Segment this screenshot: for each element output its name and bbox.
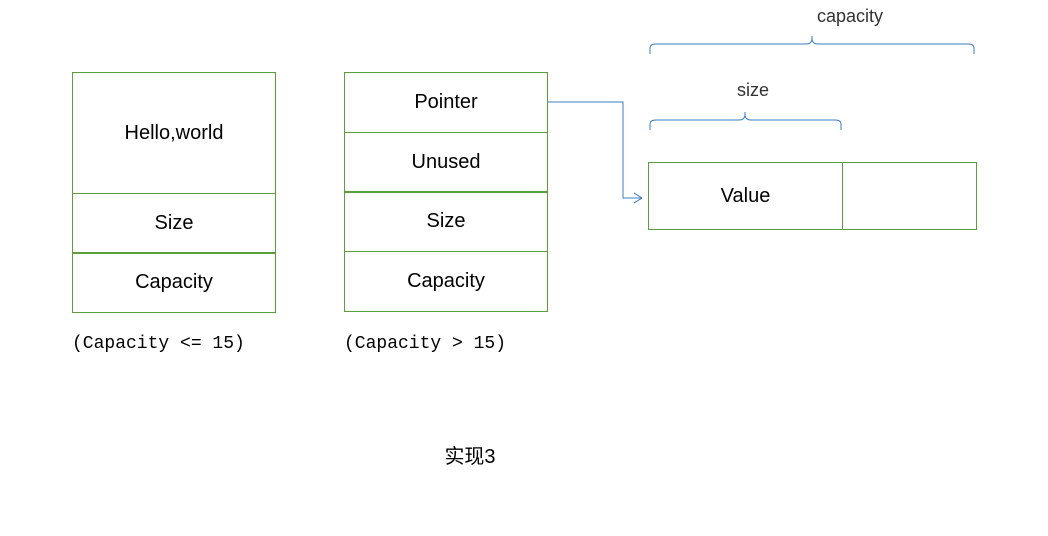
heap-extra-box <box>842 162 977 230</box>
left-cell-capacity-text: Capacity <box>135 271 213 294</box>
heap-value-box: Value <box>648 162 843 230</box>
left-caption: (Capacity <= 15) <box>72 334 245 354</box>
left-cell-hello-text: Hello,world <box>125 122 224 145</box>
left-cell-size-text: Size <box>155 212 194 235</box>
pointer-arrow-icon <box>548 98 658 213</box>
mid-cell-size-text: Size <box>427 210 466 233</box>
mid-cell-capacity: Capacity <box>344 251 548 312</box>
mid-caption: (Capacity > 15) <box>344 334 506 354</box>
mid-cell-pointer: Pointer <box>344 72 548 133</box>
size-label: size <box>713 80 793 101</box>
mid-cell-unused: Unused <box>344 132 548 193</box>
mid-cell-size: Size <box>344 191 548 252</box>
size-brace-icon <box>648 110 843 132</box>
left-cell-hello: Hello,world <box>72 72 276 194</box>
left-cell-capacity: Capacity <box>72 252 276 313</box>
heap-value-text: Value <box>721 185 771 208</box>
capacity-label: capacity <box>800 6 900 27</box>
diagram-title: 实现3 <box>420 440 520 469</box>
mid-cell-pointer-text: Pointer <box>414 91 477 114</box>
capacity-brace-icon <box>648 34 976 56</box>
mid-cell-unused-text: Unused <box>412 151 481 174</box>
left-cell-size: Size <box>72 193 276 254</box>
mid-cell-capacity-text: Capacity <box>407 270 485 293</box>
